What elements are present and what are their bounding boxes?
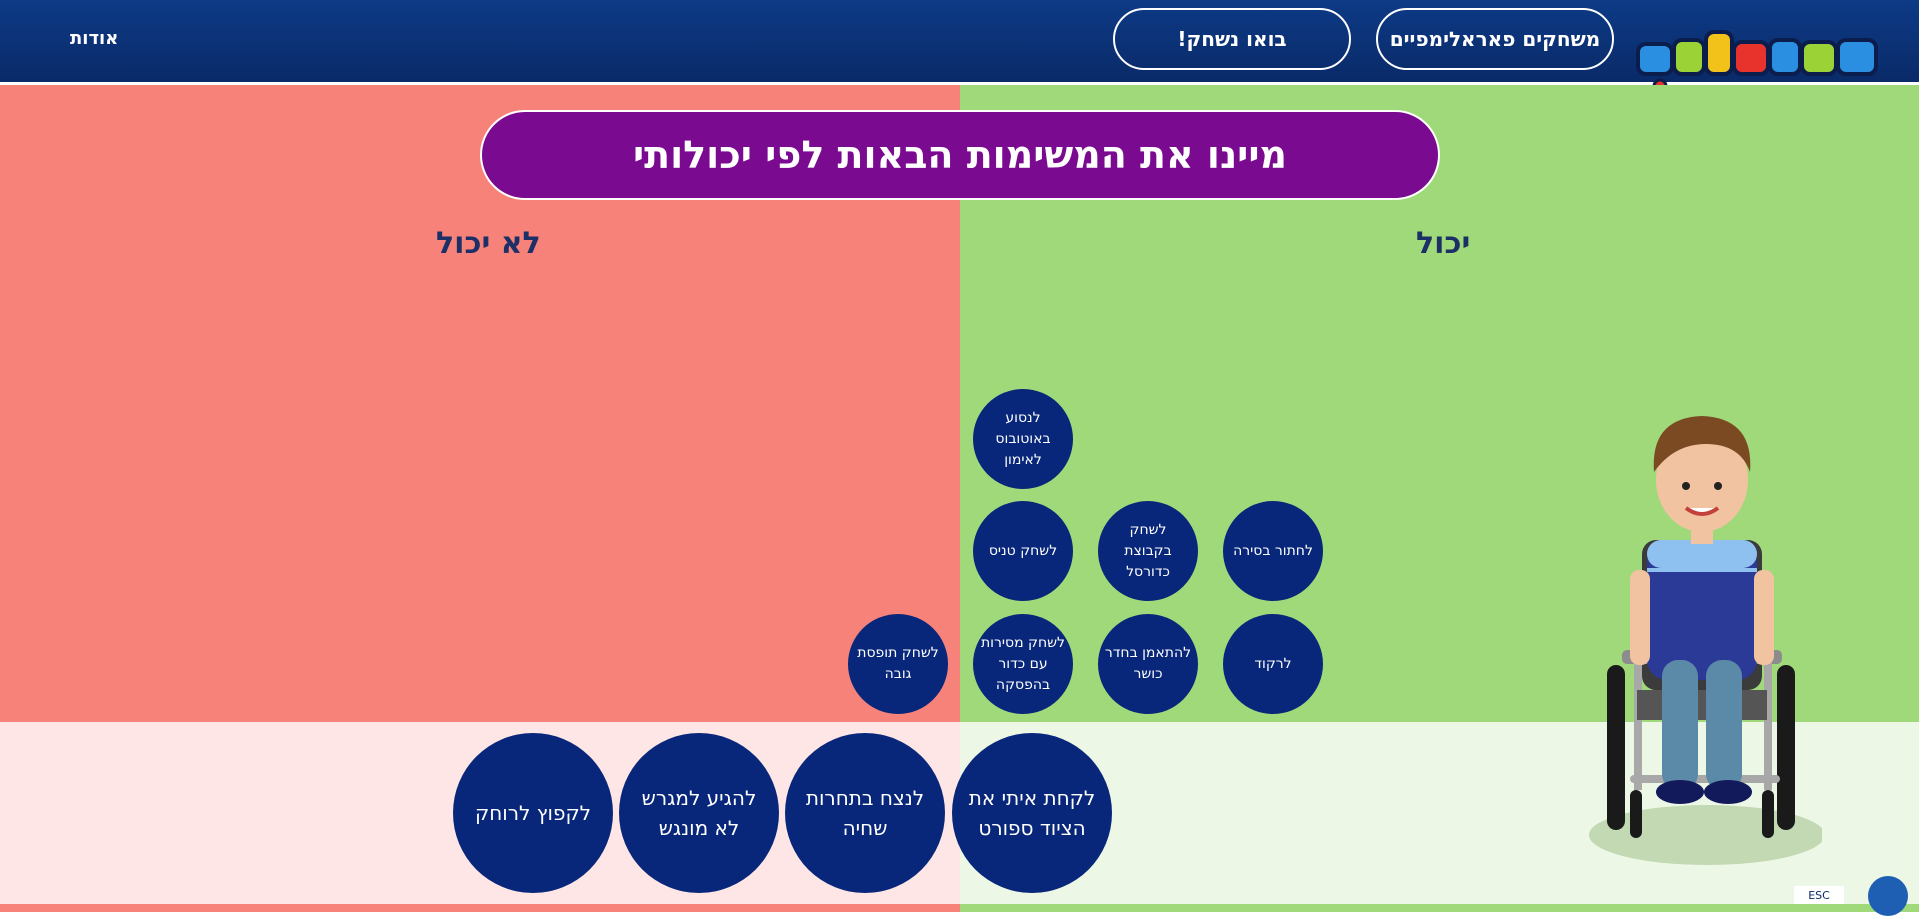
task-circle[interactable]: לרקוד: [1223, 614, 1323, 714]
task-circle-large[interactable]: להגיע למגרש לא מונגש: [619, 733, 779, 893]
task-circle[interactable]: לשחק תופסת גובה: [848, 614, 948, 714]
wheelchair-boy-illustration: [1589, 416, 1822, 865]
cannot-column-title: לא יכול: [436, 226, 541, 261]
nav-about-link[interactable]: אודות: [70, 28, 118, 49]
task-circle-large[interactable]: לנצח בתחרות שחיה: [785, 733, 945, 893]
task-circle[interactable]: לשחק בקבוצת כדורסל: [1098, 501, 1198, 601]
esc-button[interactable]: ESC: [1794, 886, 1844, 904]
task-circle[interactable]: לשחק מסירות עם כדור בהפסקה: [973, 614, 1073, 714]
task-circle-large[interactable]: לקפוץ לרוחק: [453, 733, 613, 893]
accessibility-icon[interactable]: [1868, 876, 1908, 916]
can-column-title: יכול: [1416, 226, 1471, 261]
task-circle-large[interactable]: לקחת איתי את הציוד ספורט: [952, 733, 1112, 893]
task-circle[interactable]: לנסוע באוטובוס לאימון: [973, 389, 1073, 489]
task-circle[interactable]: להתאמן בחדר כושר: [1098, 614, 1198, 714]
top-header: משחקים פאראלימפיים בואו נשחק! אודות: [0, 0, 1919, 94]
instruction-banner: מיינו את המשימות הבאות לפי יכולותי: [480, 110, 1440, 200]
task-circle[interactable]: לחתור בסירה: [1223, 501, 1323, 601]
task-circle[interactable]: לשחק טניס: [973, 501, 1073, 601]
bottom-strip-red: [0, 904, 960, 912]
bottom-strip-green: [960, 904, 1919, 912]
nav-paralympic-games-button[interactable]: משחקים פאראלימפיים: [1376, 8, 1614, 70]
nav-lets-play-button[interactable]: בואו נשחק!: [1113, 8, 1351, 70]
